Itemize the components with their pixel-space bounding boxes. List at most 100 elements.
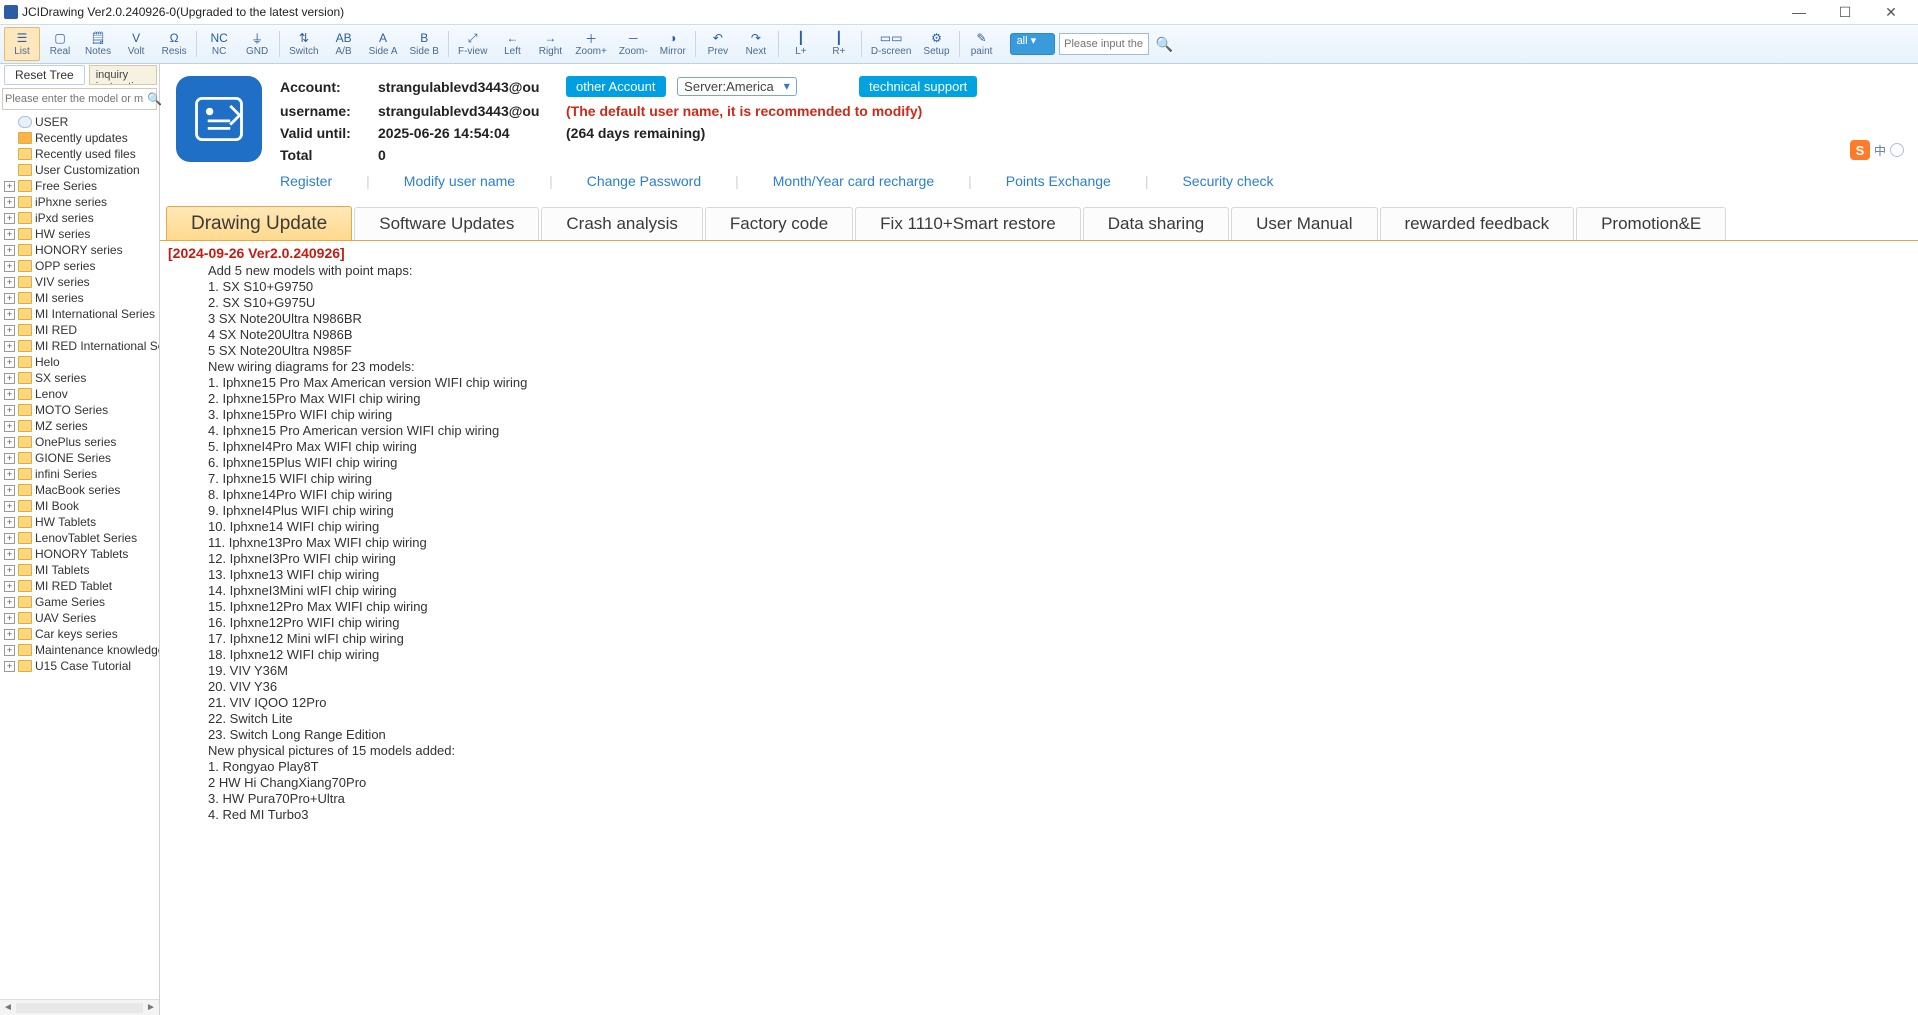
toolbar-volt-button[interactable]: VVolt bbox=[118, 27, 154, 61]
ime-settings-icon[interactable] bbox=[1890, 143, 1904, 157]
tree-item[interactable]: +iPxd series bbox=[2, 210, 159, 226]
toolbar-switch-button[interactable]: ⇅Switch bbox=[284, 27, 323, 61]
tree-search-input[interactable] bbox=[5, 93, 147, 105]
window-minimize-button[interactable]: — bbox=[1776, 0, 1822, 24]
tree-item[interactable]: +Maintenance knowledge bbox=[2, 642, 159, 658]
tree-item[interactable]: +MZ series bbox=[2, 418, 159, 434]
server-select[interactable]: Server:America bbox=[677, 77, 797, 96]
search-scope-select[interactable]: all ▾ bbox=[1010, 33, 1056, 55]
tree-hscrollbar[interactable]: ◄ ► bbox=[0, 999, 159, 1015]
toolbar-fview-button[interactable]: ⤢F-view bbox=[453, 27, 492, 61]
expand-icon[interactable]: + bbox=[4, 517, 15, 528]
reset-tree-button[interactable]: Reset Tree bbox=[4, 65, 85, 85]
expand-icon[interactable]: + bbox=[4, 533, 15, 544]
tree-item[interactable]: +MOTO Series bbox=[2, 402, 159, 418]
tree-item[interactable]: +infini Series bbox=[2, 466, 159, 482]
sogou-ime-icon[interactable]: S bbox=[1850, 140, 1870, 160]
window-maximize-button[interactable]: ☐ bbox=[1822, 0, 1868, 24]
toolbar-left-button[interactable]: ←Left bbox=[494, 27, 530, 61]
tree-item[interactable]: USER bbox=[2, 114, 159, 130]
tree-item[interactable]: +Lenov bbox=[2, 386, 159, 402]
expand-icon[interactable]: + bbox=[4, 405, 15, 416]
expand-icon[interactable]: + bbox=[4, 565, 15, 576]
tree-item[interactable]: +MI series bbox=[2, 290, 159, 306]
toolbar-next-button[interactable]: ↷Next bbox=[738, 27, 774, 61]
update-text[interactable]: [2024-09-26 Ver2.0.240926]Add 5 new mode… bbox=[160, 241, 1918, 1015]
expand-icon[interactable]: + bbox=[4, 373, 15, 384]
expand-icon[interactable]: + bbox=[4, 549, 15, 560]
expand-icon[interactable]: + bbox=[4, 325, 15, 336]
tree-item[interactable]: +MI International Series bbox=[2, 306, 159, 322]
expand-icon[interactable]: + bbox=[4, 261, 15, 272]
tree-item[interactable]: +MI Tablets bbox=[2, 562, 159, 578]
scroll-left-icon[interactable]: ◄ bbox=[0, 1002, 16, 1013]
tree-item[interactable]: +Free Series bbox=[2, 178, 159, 194]
tab[interactable]: User Manual bbox=[1231, 207, 1377, 240]
expand-icon[interactable]: + bbox=[4, 341, 15, 352]
account-link[interactable]: Register bbox=[280, 173, 332, 189]
expand-icon[interactable]: + bbox=[4, 597, 15, 608]
expand-icon[interactable]: + bbox=[4, 469, 15, 480]
tree-item[interactable]: +HONORY Tablets bbox=[2, 546, 159, 562]
scroll-track[interactable] bbox=[16, 1003, 143, 1013]
model-tree[interactable]: USERRecently updatesRecently used filesU… bbox=[0, 112, 159, 999]
tree-item[interactable]: +OPP series bbox=[2, 258, 159, 274]
tree-item[interactable]: +MacBook series bbox=[2, 482, 159, 498]
expand-icon[interactable]: + bbox=[4, 277, 15, 288]
tab[interactable]: Drawing Update bbox=[166, 206, 352, 241]
toolbar-nc-button[interactable]: NCNC bbox=[201, 27, 237, 61]
tree-item[interactable]: +LenovTablet Series bbox=[2, 530, 159, 546]
expand-icon[interactable]: + bbox=[4, 613, 15, 624]
tree-item[interactable]: User Customization bbox=[2, 162, 159, 178]
toolbar-list-button[interactable]: ☰List bbox=[4, 27, 40, 61]
other-account-button[interactable]: other Account bbox=[566, 76, 666, 97]
window-close-button[interactable]: ✕ bbox=[1868, 0, 1914, 24]
tree-item[interactable]: +MI RED bbox=[2, 322, 159, 338]
expand-icon[interactable]: + bbox=[4, 389, 15, 400]
search-icon[interactable]: 🔍 bbox=[1153, 33, 1175, 55]
tree-item[interactable]: +GIONE Series bbox=[2, 450, 159, 466]
expand-icon[interactable]: + bbox=[4, 453, 15, 464]
toolbar-rp-button[interactable]: ┃R+ bbox=[821, 27, 857, 61]
toolbar-right-button[interactable]: →Right bbox=[532, 27, 568, 61]
tree-item[interactable]: +SX series bbox=[2, 370, 159, 386]
account-link[interactable]: Month/Year card recharge bbox=[773, 173, 934, 189]
expand-icon[interactable]: + bbox=[4, 293, 15, 304]
technical-support-button[interactable]: technical support bbox=[859, 76, 977, 97]
toolbar-zoomm-button[interactable]: －Zoom- bbox=[614, 27, 653, 61]
toolbar-zoomp-button[interactable]: ＋Zoom+ bbox=[570, 27, 611, 61]
tab[interactable]: Software Updates bbox=[354, 207, 539, 240]
tree-item[interactable]: +HONORY series bbox=[2, 242, 159, 258]
tab[interactable]: Fix 1110+Smart restore bbox=[855, 207, 1081, 240]
expand-icon[interactable]: + bbox=[4, 357, 15, 368]
expand-icon[interactable]: + bbox=[4, 437, 15, 448]
expand-icon[interactable]: + bbox=[4, 181, 15, 192]
tab[interactable]: Crash analysis bbox=[541, 207, 703, 240]
tree-item[interactable]: +UAV Series bbox=[2, 610, 159, 626]
expand-icon[interactable]: + bbox=[4, 501, 15, 512]
toolbar-setup-button[interactable]: ⚙Setup bbox=[918, 27, 954, 61]
tree-search[interactable]: 🔍 bbox=[2, 88, 157, 110]
toolbar-gnd-button[interactable]: ⏚GND bbox=[239, 27, 275, 61]
toolbar-real-button[interactable]: ▢Real bbox=[42, 27, 78, 61]
ime-lang[interactable]: 中 bbox=[1874, 142, 1886, 159]
tree-item[interactable]: +MI RED International Seri bbox=[2, 338, 159, 354]
tree-item[interactable]: +HW series bbox=[2, 226, 159, 242]
account-link[interactable]: Security check bbox=[1182, 173, 1273, 189]
expand-icon[interactable]: + bbox=[4, 581, 15, 592]
scroll-right-icon[interactable]: ► bbox=[143, 1002, 159, 1013]
toolbar-sidea-button[interactable]: ASide A bbox=[364, 27, 403, 61]
account-link[interactable]: Change Password bbox=[587, 173, 701, 189]
tree-item[interactable]: +HW Tablets bbox=[2, 514, 159, 530]
toolbar-mirror-button[interactable]: ◑Mirror bbox=[655, 27, 691, 61]
expand-icon[interactable]: + bbox=[4, 629, 15, 640]
model-inquiry-instructions-button[interactable]: Model inquiry instructions bbox=[89, 65, 157, 85]
expand-icon[interactable]: + bbox=[4, 197, 15, 208]
expand-icon[interactable]: + bbox=[4, 661, 15, 672]
tree-item[interactable]: +Game Series bbox=[2, 594, 159, 610]
tab[interactable]: Factory code bbox=[705, 207, 853, 240]
expand-icon[interactable]: + bbox=[4, 229, 15, 240]
toolbar-lp-button[interactable]: ┃L+ bbox=[783, 27, 819, 61]
expand-icon[interactable]: + bbox=[4, 213, 15, 224]
toolbar-prev-button[interactable]: ↶Prev bbox=[700, 27, 736, 61]
